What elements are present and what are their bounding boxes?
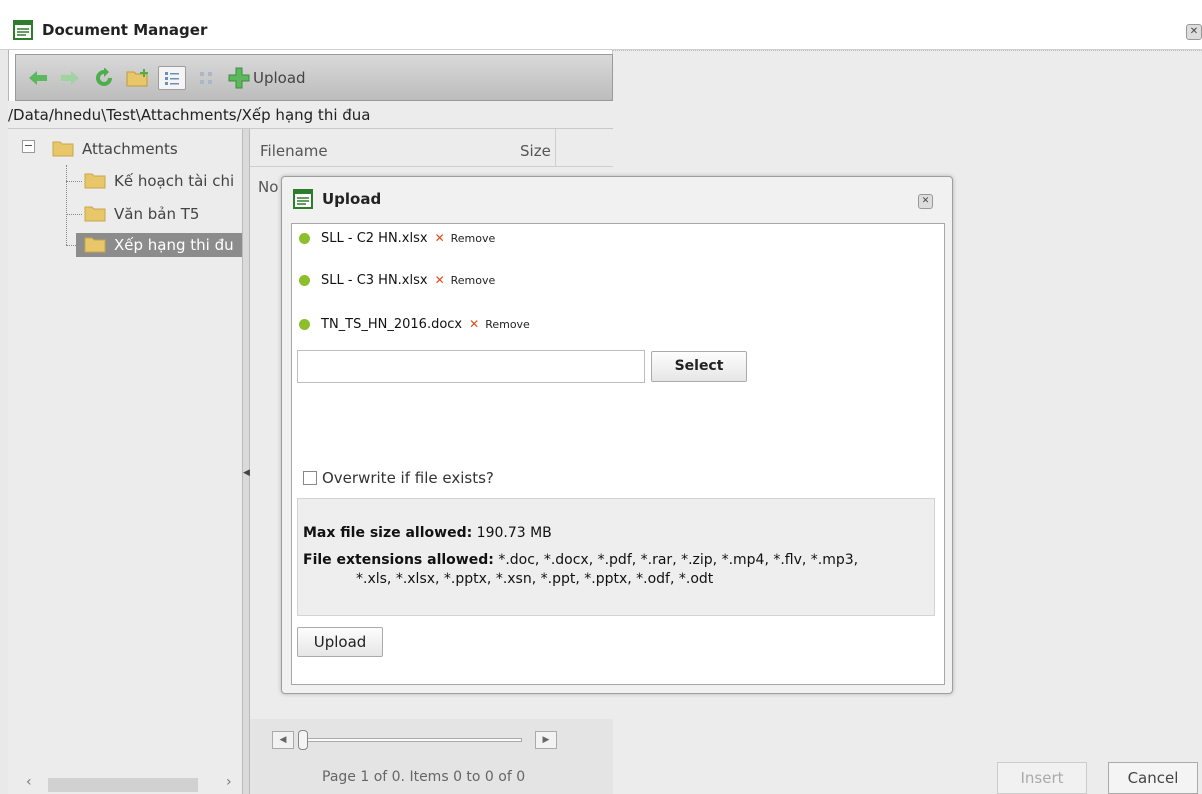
pager-prev-button[interactable]: ◀	[272, 731, 294, 749]
pager-status: Page 1 of 0. Items 0 to 0 of 0	[322, 769, 526, 785]
max-size-line: Max file size allowed: 190.73 MB	[303, 525, 552, 541]
new-folder-icon	[126, 69, 148, 87]
current-path: /Data/hnedu\Test\Attachments/Xếp hạng th…	[8, 101, 613, 129]
overwrite-checkbox[interactable]	[303, 471, 317, 485]
file-list-header: Filename Size	[250, 129, 613, 167]
collapse-arrow-icon[interactable]: ◀	[243, 459, 250, 487]
dialog-body: SLL - C2 HN.xlsx ✕ Remove SLL - C3 HN.xl…	[291, 223, 945, 685]
remove-file-link[interactable]: Remove	[451, 232, 496, 245]
refresh-icon	[96, 68, 112, 86]
tree-connector	[66, 165, 67, 245]
tree-item-xep-hang[interactable]: Xếp hạng thi đu	[76, 233, 242, 257]
remove-x-icon[interactable]: ✕	[435, 273, 445, 287]
plus-icon	[228, 67, 250, 89]
triangle-right-icon: ▶	[542, 735, 550, 745]
queued-file-row: TN_TS_HN_2016.docx ✕ Remove	[299, 314, 530, 334]
tree-item-van-ban[interactable]: Văn bản T5	[84, 202, 242, 226]
status-dot-icon	[299, 232, 310, 244]
arrow-left-icon	[29, 71, 47, 85]
toolbar: Upload	[15, 54, 613, 101]
insert-button[interactable]: Insert	[997, 762, 1087, 794]
remove-file-link[interactable]: Remove	[451, 274, 496, 287]
max-size-label: Max file size allowed:	[303, 525, 473, 541]
overwrite-option[interactable]: Overwrite if file exists?	[303, 469, 494, 487]
window-title: Document Manager	[42, 21, 208, 39]
empty-message: No	[258, 178, 279, 196]
tree-item-label: Attachments	[82, 140, 178, 158]
status-dot-icon	[299, 318, 310, 330]
overwrite-label: Overwrite if file exists?	[322, 469, 494, 487]
dialog-title: Upload	[322, 190, 382, 208]
pane-splitter[interactable]: ◀	[242, 129, 250, 794]
status-dot-icon	[299, 274, 310, 286]
column-filename[interactable]: Filename	[260, 142, 328, 160]
column-divider	[555, 129, 556, 167]
new-folder-button[interactable]	[124, 66, 152, 90]
pager: ◀ ▶ Page 1 of 0. Items 0 to 0 of 0	[250, 719, 613, 794]
queued-file-name: TN_TS_HN_2016.docx	[321, 316, 463, 332]
tree-item-label: Kế hoạch tài chi	[114, 172, 235, 190]
tree-horizontal-scrollbar[interactable]: ‹ ›	[8, 772, 242, 794]
upload-dialog: Upload ✕ SLL - C2 HN.xlsx ✕ Remove SLL -…	[281, 176, 953, 694]
pager-slider-track[interactable]	[302, 738, 522, 742]
queued-file-name: SLL - C3 HN.xlsx	[321, 272, 428, 288]
cancel-button[interactable]: Cancel	[1108, 762, 1198, 794]
chevron-right-icon[interactable]: ›	[226, 774, 232, 790]
close-icon: ✕	[921, 196, 930, 206]
remove-x-icon[interactable]: ✕	[435, 231, 445, 245]
select-button[interactable]: Select	[651, 351, 747, 382]
file-path-input[interactable]	[297, 350, 645, 383]
upload-toolbar-label: Upload	[253, 69, 306, 87]
folder-icon	[52, 141, 74, 157]
list-view-icon	[165, 72, 179, 85]
close-icon: ✕	[1189, 26, 1199, 37]
document-manager-icon	[13, 20, 33, 40]
forward-button[interactable]	[58, 66, 82, 90]
collapse-toggle[interactable]: −	[22, 140, 35, 153]
tree-item-label: Văn bản T5	[114, 205, 200, 223]
scrollbar-thumb[interactable]	[48, 778, 198, 792]
column-size[interactable]: Size	[520, 142, 551, 160]
grid-view-icon	[200, 72, 212, 84]
window-close-button[interactable]: ✕	[1186, 24, 1202, 40]
upload-button[interactable]: Upload	[297, 627, 383, 657]
queued-file-name: SLL - C2 HN.xlsx	[321, 230, 428, 246]
queued-file-row: SLL - C3 HN.xlsx ✕ Remove	[299, 270, 495, 290]
dialog-close-button[interactable]: ✕	[918, 194, 933, 209]
max-size-value: 190.73 MB	[476, 525, 552, 541]
folder-icon	[84, 173, 106, 189]
folder-icon	[84, 206, 106, 222]
folder-icon	[84, 237, 106, 253]
chevron-left-icon[interactable]: ‹	[26, 774, 32, 790]
remove-x-icon[interactable]: ✕	[469, 317, 479, 331]
extensions-line: File extensions allowed: *.doc, *.docx, …	[303, 549, 923, 571]
refresh-button[interactable]	[92, 66, 116, 90]
remove-file-link[interactable]: Remove	[485, 318, 530, 331]
tree-item-ke-hoach[interactable]: Kế hoạch tài chi	[84, 169, 242, 193]
folder-tree: − Attachments Kế hoạch tài chi Văn bản T…	[8, 129, 242, 794]
thumbnail-view-button[interactable]	[194, 66, 218, 90]
tree-item-label: Xếp hạng thi đu	[114, 236, 234, 254]
triangle-left-icon: ◀	[279, 735, 287, 745]
pager-next-button[interactable]: ▶	[535, 731, 557, 749]
extensions-value-2: *.xls, *.xlsx, *.pptx, *.xsn, *.ppt, *.p…	[356, 571, 714, 587]
back-button[interactable]	[26, 66, 50, 90]
list-view-button[interactable]	[158, 66, 186, 90]
tree-item-attachments[interactable]: Attachments	[52, 137, 242, 161]
extensions-label: File extensions allowed:	[303, 552, 494, 568]
extensions-value-1: *.doc, *.docx, *.pdf, *.rar, *.zip, *.mp…	[498, 552, 859, 568]
upload-limits-info: Max file size allowed: 190.73 MB File ex…	[297, 498, 935, 616]
queued-file-row: SLL - C2 HN.xlsx ✕ Remove	[299, 228, 495, 248]
window-titlebar: Document Manager ✕	[0, 0, 1202, 50]
upload-toolbar-button[interactable]: Upload	[228, 66, 338, 90]
arrow-right-icon	[61, 71, 79, 85]
tree-connector	[66, 181, 82, 182]
pager-slider-thumb[interactable]	[298, 730, 308, 750]
upload-dialog-icon	[293, 189, 313, 209]
tree-connector	[66, 214, 82, 215]
